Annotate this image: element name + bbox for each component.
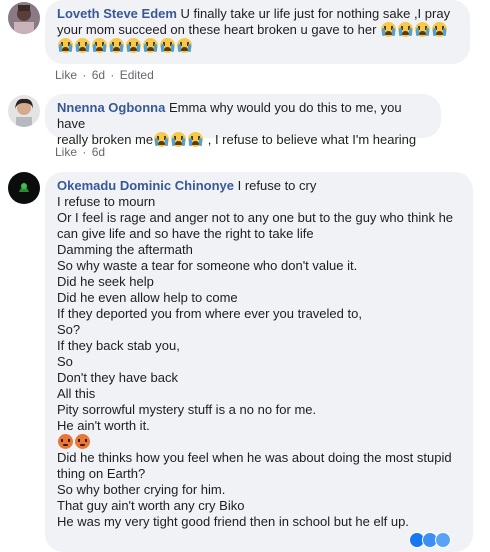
edited-label[interactable]: Edited <box>120 68 154 82</box>
crying-face-icon <box>415 22 431 37</box>
separator: · <box>82 145 87 159</box>
comment-line: I refuse to mourn <box>57 194 156 209</box>
comment-text: your mom succeed on these heart broken u… <box>57 22 381 37</box>
crying-face-icon <box>171 132 187 147</box>
crying-face-icon <box>75 38 90 53</box>
comment-line: So <box>57 354 73 369</box>
comment-line: That guy ain't worth any cry Biko <box>57 498 245 513</box>
comment-line: If they back stab you, <box>57 338 180 353</box>
comment-line: So why waste a tear for someone who don'… <box>57 258 358 273</box>
comment-line: Pity sorrowful mystery stuff is a no no … <box>57 402 317 417</box>
comment-line: thing on Earth? <box>57 466 146 481</box>
crying-face-icon <box>398 22 414 37</box>
comment-line: can give life and so have the right to t… <box>57 226 314 241</box>
comment-author[interactable]: Loveth Steve Edem <box>57 6 177 21</box>
like-link[interactable]: Like <box>55 68 77 82</box>
comment-line: He was my very tight good friend then in… <box>57 514 409 529</box>
comment-bubble: Okemadu Dominic Chinonye I refuse to cry… <box>45 172 473 552</box>
avatar[interactable] <box>8 2 40 34</box>
crying-face-icon <box>126 38 141 53</box>
crying-face-icon <box>188 132 204 147</box>
comment-author[interactable]: Nnenna Ogbonna <box>57 100 165 115</box>
separator: · <box>110 68 115 82</box>
comment-actions: Like · 6d <box>55 145 107 159</box>
avatar[interactable] <box>8 95 40 127</box>
comment-line: Don't they have back <box>57 370 178 385</box>
comment-line: If they deported you from where ever you… <box>57 306 362 321</box>
separator: · <box>82 68 87 82</box>
crying-face-icon <box>109 38 124 53</box>
comment-bubble: Loveth Steve Edem U finally take ur life… <box>45 0 470 64</box>
comment-line: All this <box>57 386 96 401</box>
comment-line: Did he thinks how you feel when he was a… <box>57 450 452 465</box>
comment-bubble: Nnenna Ogbonna Emma why would you do thi… <box>45 94 441 147</box>
comment-text: U finally take ur life just for nothing … <box>176 6 451 21</box>
crying-face-icon <box>92 38 107 53</box>
comment-line: So why bother crying for him. <box>57 482 226 497</box>
crying-face-icon <box>160 38 175 53</box>
like-reaction-icon <box>435 532 451 548</box>
crying-face-icon <box>58 38 73 53</box>
comment-line: So? <box>57 322 81 337</box>
comment-time[interactable]: 6d <box>92 145 105 159</box>
comment-line: He ain't worth it. <box>57 418 150 433</box>
crying-face-icon <box>432 22 448 37</box>
comment-line: Did he even allow help to come <box>57 290 238 305</box>
crying-face-icon <box>143 38 158 53</box>
crying-face-icon <box>154 132 170 147</box>
comment-line: Damming the aftermath <box>57 242 193 257</box>
comment-actions: Like · 6d · Edited <box>55 68 156 82</box>
angry-face-icon <box>75 434 90 449</box>
angry-face-icon <box>58 434 73 449</box>
comment-line: Or I feel is rage and anger not to any o… <box>57 210 454 225</box>
reaction-summary[interactable] <box>409 532 451 548</box>
comment-loveth: Loveth Steve Edem U finally take ur life… <box>0 0 490 85</box>
like-link[interactable]: Like <box>55 145 77 159</box>
comment-text: , I refuse to believe what I'm hearing <box>204 132 417 147</box>
crying-face-icon <box>177 38 192 53</box>
comment-line: Did he seek help <box>57 274 154 289</box>
avatar[interactable] <box>8 172 40 204</box>
comment-okemadu: Okemadu Dominic Chinonye I refuse to cry… <box>0 172 490 552</box>
crying-face-icon <box>381 22 397 37</box>
comment-author[interactable]: Okemadu Dominic Chinonye <box>57 178 234 193</box>
comment-nnenna: Nnenna Ogbonna Emma why would you do thi… <box>0 94 490 164</box>
comment-time[interactable]: 6d <box>92 68 105 82</box>
comment-text: I refuse to cry <box>233 178 317 193</box>
